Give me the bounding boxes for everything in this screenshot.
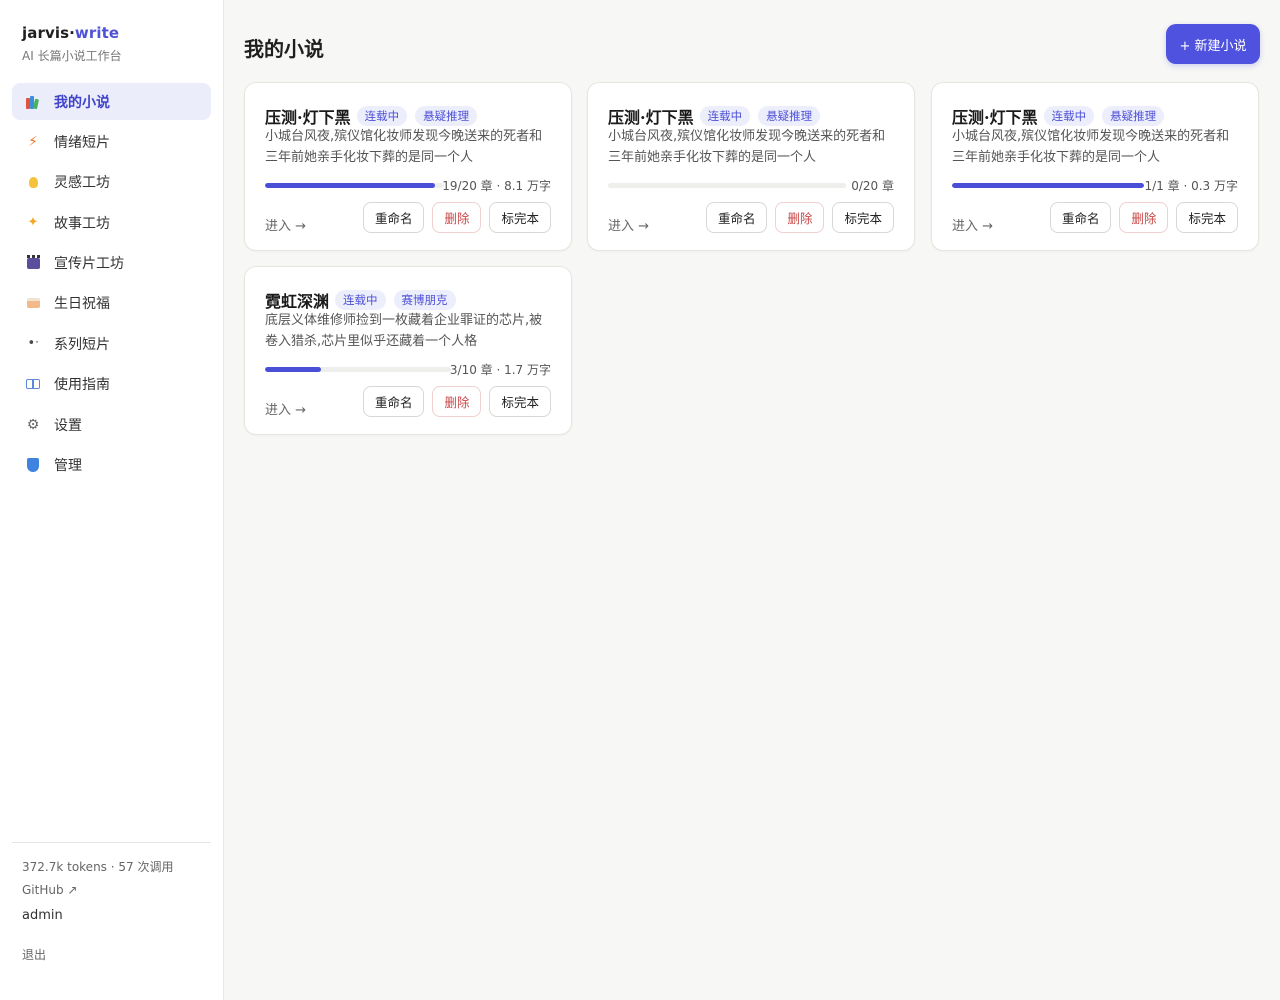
delete-button[interactable]: 删除 <box>775 202 825 233</box>
rename-button[interactable]: 重命名 <box>1049 202 1112 233</box>
brand-name-accent: write <box>74 24 120 42</box>
sidebar-item-promo-workshop[interactable]: 宣传片工坊 <box>12 245 211 282</box>
sidebar-item-label: 灵感工坊 <box>54 175 110 192</box>
progress-fill <box>952 183 1144 188</box>
clapperboard-icon <box>25 254 41 271</box>
enter-link[interactable]: 进入 → <box>608 215 649 234</box>
genre-badge: 悬疑推理 <box>758 106 821 126</box>
sidebar-item-my-novels[interactable]: 我的小说 <box>12 83 211 120</box>
lightning-icon: ⚡ <box>28 133 38 150</box>
sidebar-item-label: 故事工坊 <box>54 215 110 232</box>
token-usage: 372.7k tokens · 57 次调用 <box>22 860 174 874</box>
delete-button[interactable]: 删除 <box>432 202 482 233</box>
brand: jarvis·write AI 长篇小说工作台 <box>22 24 122 64</box>
rename-button[interactable]: 重命名 <box>362 386 425 417</box>
enter-link[interactable]: 进入 → <box>265 399 306 418</box>
page-title: 我的小说 <box>244 37 324 61</box>
sparkles-icon: ✦ <box>27 215 39 231</box>
sidebar-item-label: 情绪短片 <box>54 134 110 151</box>
sidebar-item-inspiration-workshop[interactable]: 灵感工坊 <box>12 164 211 201</box>
novel-card[interactable]: 霓虹深渊 连载中 赛博朋克 底层义体维修师捡到一枚藏着企业罪证的芯片,被卷入猎杀… <box>244 266 572 435</box>
progress-stats: 3/10 章 · 1.7 万字 <box>449 363 551 377</box>
progress-fill <box>265 367 321 372</box>
mark-complete-button[interactable]: 标完本 <box>1176 202 1238 233</box>
sidebar-footer: 372.7k tokens · 57 次调用 GitHub ↗ admin 退出 <box>12 842 211 962</box>
open-book-icon <box>25 376 41 392</box>
current-user: admin <box>22 908 63 923</box>
delete-button[interactable]: 删除 <box>432 386 482 417</box>
sidebar-item-label: 系列短片 <box>54 336 110 353</box>
sidebar-item-user-guide[interactable]: 使用指南 <box>12 366 211 403</box>
genre-badge: 赛博朋克 <box>393 290 456 310</box>
progress-bar <box>265 367 451 372</box>
progress-stats: 19/20 章 · 8.1 万字 <box>442 179 551 193</box>
shield-icon <box>25 457 41 473</box>
novel-description: 小城台风夜,殡仪馆化妆师发现今晚送来的死者和三年前她亲手化妆下葬的是同一个人 <box>265 129 543 165</box>
sidebar: jarvis·write AI 长篇小说工作台 我的小说 ⚡ 情绪短片 灵感工坊… <box>0 0 224 1000</box>
status-badge: 连载中 <box>335 290 386 310</box>
novel-description: 底层义体维修师捡到一枚藏着企业罪证的芯片,被卷入猎杀,芯片里似乎还藏着一个人格 <box>265 313 543 349</box>
github-link[interactable]: GitHub ↗ <box>22 883 77 897</box>
sidebar-item-label: 宣传片工坊 <box>54 256 124 273</box>
mark-complete-button[interactable]: 标完本 <box>489 202 551 233</box>
progress-stats: 1/1 章 · 0.3 万字 <box>1144 179 1238 193</box>
sidebar-item-story-workshop[interactable]: ✦ 故事工坊 <box>12 204 211 241</box>
enter-link[interactable]: 进入 → <box>952 215 993 234</box>
mark-complete-button[interactable]: 标完本 <box>489 386 551 417</box>
status-badge: 连载中 <box>1043 106 1095 126</box>
lightbulb-icon <box>25 174 41 190</box>
novel-description: 小城台风夜,殡仪馆化妆师发现今晚送来的死者和三年前她亲手化妆下葬的是同一个人 <box>952 129 1230 165</box>
delete-button[interactable]: 删除 <box>1119 202 1169 233</box>
genre-badge: 悬疑推理 <box>1102 106 1165 126</box>
gear-icon: ⚙ <box>26 416 40 433</box>
sidebar-item-label: 管理 <box>54 458 82 475</box>
sidebar-item-emotion-shorts[interactable]: ⚡ 情绪短片 <box>12 123 211 160</box>
logout-link[interactable]: 退出 <box>22 946 46 963</box>
novel-card[interactable]: 压测·灯下黑 连载中 悬疑推理 小城台风夜,殡仪馆化妆师发现今晚送来的死者和三年… <box>587 82 915 251</box>
progress-bar <box>265 183 444 188</box>
progress-bar <box>608 183 846 188</box>
rename-button[interactable]: 重命名 <box>705 202 768 233</box>
sidebar-item-birthday-wishes[interactable]: 生日祝福 <box>12 285 211 322</box>
status-badge: 连载中 <box>356 106 408 126</box>
progress-fill <box>265 183 436 188</box>
novel-card[interactable]: 压测·灯下黑 连载中 悬疑推理 小城台风夜,殡仪馆化妆师发现今晚送来的死者和三年… <box>244 82 572 251</box>
brand-subtitle: AI 长篇小说工作台 <box>22 49 122 63</box>
rename-button[interactable]: 重命名 <box>362 202 425 233</box>
progress-bar <box>952 183 1144 188</box>
novel-title: 霓虹深渊 <box>265 292 330 311</box>
mark-complete-button[interactable]: 标完本 <box>832 202 894 233</box>
paw-prints-icon: •ᐧ <box>27 336 39 352</box>
enter-link[interactable]: 进入 → <box>265 215 306 234</box>
status-badge: 连载中 <box>699 106 751 126</box>
sidebar-item-label: 生日祝福 <box>54 296 110 313</box>
sidebar-item-label: 我的小说 <box>54 94 110 111</box>
novel-title: 压测·灯下黑 <box>952 108 1038 127</box>
books-icon <box>25 94 41 110</box>
sidebar-item-settings[interactable]: ⚙ 设置 <box>12 406 211 443</box>
sidebar-item-admin[interactable]: 管理 <box>12 447 211 484</box>
new-novel-button[interactable]: + 新建小说 <box>1166 24 1260 64</box>
novel-description: 小城台风夜,殡仪馆化妆师发现今晚送来的死者和三年前她亲手化妆下葬的是同一个人 <box>608 129 886 165</box>
brand-name-prefix: jarvis· <box>22 24 75 42</box>
progress-stats: 0/20 章 <box>851 179 894 193</box>
sidebar-nav: 我的小说 ⚡ 情绪短片 灵感工坊 ✦ 故事工坊 宣传片工坊 生日祝福 •ᐧ 系列… <box>12 83 211 487</box>
sidebar-item-label: 设置 <box>54 417 82 434</box>
novel-title: 压测·灯下黑 <box>265 108 351 127</box>
novel-title: 压测·灯下黑 <box>608 108 694 127</box>
brand-name[interactable]: jarvis·write <box>22 24 122 42</box>
sidebar-item-series-shorts[interactable]: •ᐧ 系列短片 <box>12 325 211 362</box>
novel-card[interactable]: 压测·灯下黑 连载中 悬疑推理 小城台风夜,殡仪馆化妆师发现今晚送来的死者和三年… <box>931 82 1259 251</box>
sidebar-item-label: 使用指南 <box>54 377 110 394</box>
cake-icon <box>25 295 41 311</box>
genre-badge: 悬疑推理 <box>415 106 478 126</box>
